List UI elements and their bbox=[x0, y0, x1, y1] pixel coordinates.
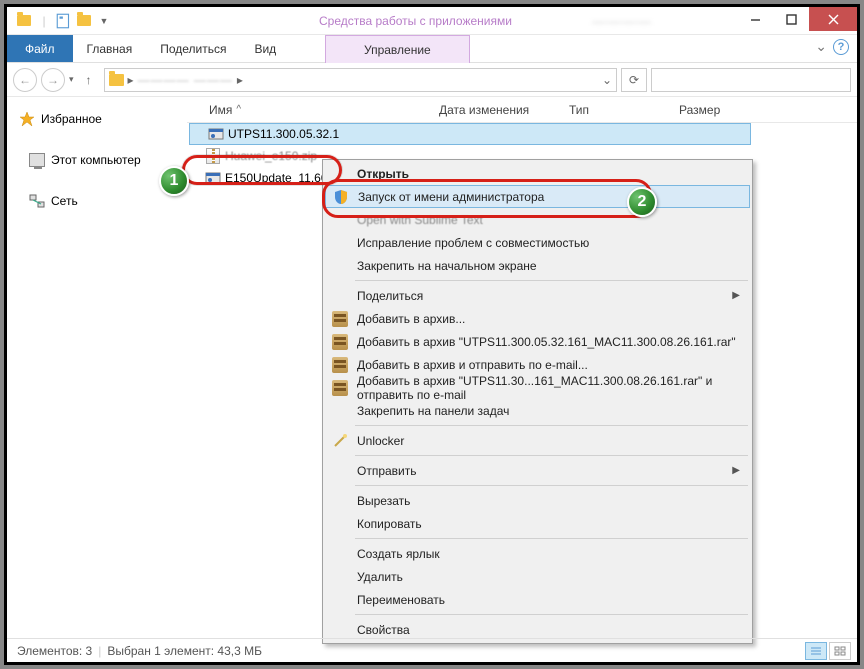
qat-dropdown-icon[interactable]: ▼ bbox=[95, 12, 113, 30]
file-row-selected[interactable]: UTPS11.300.05.32.1 bbox=[189, 123, 751, 145]
cm-open-with-sublime[interactable]: Open with Sublime Text bbox=[325, 208, 750, 231]
wand-icon bbox=[331, 432, 349, 450]
breadcrumb-dropdown-icon[interactable]: ⌄ bbox=[602, 73, 612, 87]
cm-troubleshoot[interactable]: Исправление проблем с совместимостью bbox=[325, 231, 750, 254]
view-details-button[interactable] bbox=[805, 642, 827, 660]
chevron-right-icon: ▶ bbox=[732, 290, 740, 301]
refresh-button[interactable]: ⟳ bbox=[621, 68, 647, 92]
ribbon-home-tab[interactable]: Главная bbox=[73, 35, 147, 62]
folder-icon bbox=[109, 74, 124, 86]
column-date[interactable]: Дата изменения bbox=[431, 103, 561, 117]
status-bar: Элементов: 3 | Выбран 1 элемент: 43,3 МБ bbox=[7, 638, 857, 662]
ribbon-context-label: Средства работы с приложениями bbox=[307, 7, 524, 35]
up-button[interactable]: ↑ bbox=[78, 69, 100, 91]
ribbon-manage-tab[interactable]: Управление bbox=[325, 35, 470, 63]
pc-icon bbox=[29, 153, 45, 167]
new-folder-icon[interactable] bbox=[75, 12, 93, 30]
window-title-blurred: ———— bbox=[567, 13, 677, 29]
maximize-button[interactable] bbox=[773, 7, 809, 31]
qat-separator: | bbox=[35, 12, 53, 30]
ribbon-share-tab[interactable]: Поделиться bbox=[146, 35, 240, 62]
column-headers: Имя ^ Дата изменения Тип Размер bbox=[187, 97, 857, 123]
ribbon-expand-icon[interactable]: ⌄ bbox=[815, 38, 827, 55]
forward-button[interactable]: → bbox=[41, 68, 65, 92]
rar-icon bbox=[331, 356, 349, 374]
ribbon: Файл Главная Поделиться Вид Управление ⌄… bbox=[7, 35, 857, 63]
status-element-count: Элементов: 3 bbox=[17, 644, 92, 658]
sidebar-favorites[interactable]: Избранное bbox=[11, 107, 183, 131]
cm-rename[interactable]: Переименовать bbox=[325, 588, 750, 611]
file-name: E150Update_11.609 bbox=[225, 171, 334, 185]
address-bar: ← → ▾ ↑ ▸ ———— ——— ▸ ⌄ ⟳ bbox=[7, 63, 857, 97]
cm-delete[interactable]: Удалить bbox=[325, 565, 750, 588]
network-icon bbox=[29, 193, 45, 209]
installer-icon bbox=[208, 126, 224, 142]
cm-share[interactable]: Поделиться▶ bbox=[325, 284, 750, 307]
explorer-window: | ▼ Средства работы с приложениями ———— … bbox=[4, 4, 860, 665]
rar-icon bbox=[331, 310, 349, 328]
column-size[interactable]: Размер bbox=[671, 103, 751, 117]
annotation-badge-1: 1 bbox=[159, 166, 189, 196]
cm-open[interactable]: Открыть bbox=[325, 162, 750, 185]
sidebar-item-label: Этот компьютер bbox=[51, 153, 141, 167]
search-input[interactable] bbox=[651, 68, 851, 92]
cm-add-archive[interactable]: Добавить в архив... bbox=[325, 307, 750, 330]
ribbon-file-tab[interactable]: Файл bbox=[7, 35, 73, 62]
cm-add-archive-named[interactable]: Добавить в архив "UTPS11.300.05.32.161_M… bbox=[325, 330, 750, 353]
sidebar-item-label: Сеть bbox=[51, 194, 78, 208]
file-name: Huawei_e150.zip bbox=[225, 149, 317, 163]
installer-icon bbox=[205, 170, 221, 186]
context-menu: Открыть Запуск от имени администратора O… bbox=[322, 159, 753, 644]
window-controls bbox=[737, 7, 857, 31]
chevron-right-icon: ▶ bbox=[732, 465, 740, 476]
cm-run-as-admin[interactable]: Запуск от имени администратора bbox=[325, 185, 750, 208]
breadcrumb[interactable]: ▸ ———— ——— ▸ ⌄ bbox=[104, 68, 617, 92]
annotation-badge-2: 2 bbox=[627, 187, 657, 217]
column-type[interactable]: Тип bbox=[561, 103, 671, 117]
file-name: UTPS11.300.05.32.1 bbox=[228, 127, 339, 141]
sidebar-this-pc[interactable]: Этот компьютер bbox=[11, 149, 183, 171]
cm-copy[interactable]: Копировать bbox=[325, 512, 750, 535]
cm-unlocker[interactable]: Unlocker bbox=[325, 429, 750, 452]
star-icon bbox=[19, 111, 35, 127]
sidebar-network[interactable]: Сеть bbox=[11, 189, 183, 213]
cm-pin-start[interactable]: Закрепить на начальном экране bbox=[325, 254, 750, 277]
cm-pin-taskbar[interactable]: Закрепить на панели задач bbox=[325, 399, 750, 422]
view-icons-button[interactable] bbox=[829, 642, 851, 660]
cm-send-to[interactable]: Отправить▶ bbox=[325, 459, 750, 482]
cm-archive-named-email[interactable]: Добавить в архив "UTPS11.30...161_MAC11.… bbox=[325, 376, 750, 399]
ribbon-view-tab[interactable]: Вид bbox=[240, 35, 290, 62]
back-button[interactable]: ← bbox=[13, 68, 37, 92]
properties-icon[interactable] bbox=[55, 12, 73, 30]
shield-icon bbox=[332, 188, 350, 206]
folder-icon bbox=[15, 12, 33, 30]
status-selection: Выбран 1 элемент: 43,3 МБ bbox=[107, 644, 262, 658]
titlebar: | ▼ Средства работы с приложениями ———— bbox=[7, 7, 857, 35]
close-button[interactable] bbox=[809, 7, 857, 31]
quick-access-toolbar: | ▼ bbox=[7, 12, 113, 30]
minimize-button[interactable] bbox=[737, 7, 773, 31]
sidebar-item-label: Избранное bbox=[41, 112, 102, 126]
zip-icon bbox=[205, 148, 221, 164]
breadcrumb-path-blurred: ———— ——— bbox=[138, 73, 233, 87]
cm-cut[interactable]: Вырезать bbox=[325, 489, 750, 512]
cm-create-shortcut[interactable]: Создать ярлык bbox=[325, 542, 750, 565]
history-dropdown-icon[interactable]: ▾ bbox=[69, 74, 74, 85]
rar-icon bbox=[331, 333, 349, 351]
rar-icon bbox=[331, 379, 349, 397]
column-name[interactable]: Имя ^ bbox=[201, 103, 431, 117]
help-icon[interactable]: ? bbox=[833, 39, 849, 55]
